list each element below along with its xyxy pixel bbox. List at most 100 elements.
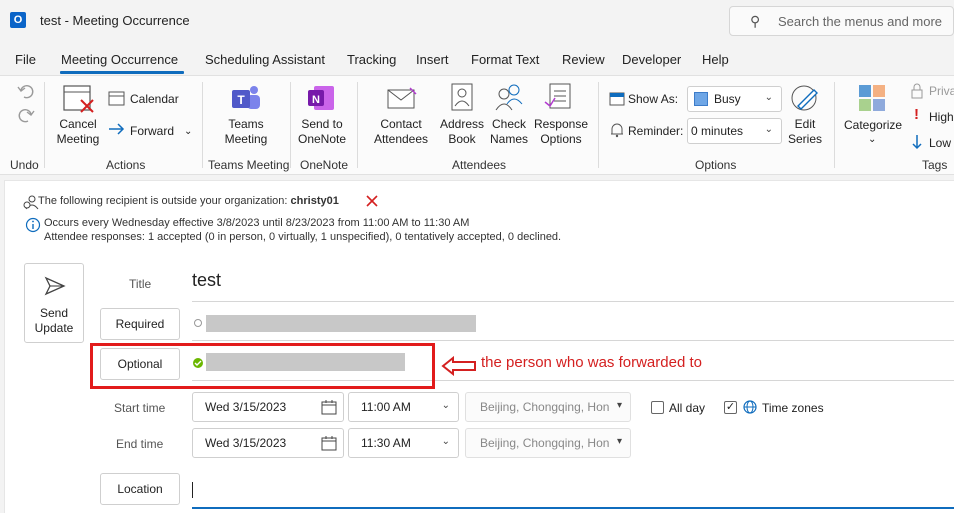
menu-file[interactable]: File bbox=[15, 52, 36, 67]
menu-format-text[interactable]: Format Text bbox=[471, 52, 539, 67]
start-time-select[interactable]: 11:00 AM ⌄ bbox=[348, 392, 459, 422]
high-importance-icon: ! bbox=[914, 106, 919, 123]
reminder-bell-icon bbox=[611, 123, 623, 138]
response-options-button[interactable]: Response Options bbox=[532, 117, 590, 147]
all-day-label: All day bbox=[669, 401, 706, 415]
menu-bar: File Meeting Occurrence Scheduling Assis… bbox=[0, 46, 954, 74]
chevron-down-icon: ▾ bbox=[616, 436, 622, 447]
low-importance-icon bbox=[912, 135, 922, 150]
reminder-select[interactable]: 0 minutes ⌄ bbox=[687, 118, 782, 144]
outside-org-message: The following recipient is outside your … bbox=[38, 195, 339, 207]
private-button[interactable]: Priva bbox=[929, 84, 954, 99]
title-label: Title bbox=[129, 277, 152, 291]
chevron-down-icon: ⌄ bbox=[764, 92, 773, 103]
group-undo-label: Undo bbox=[10, 158, 39, 172]
all-day-checkbox[interactable] bbox=[651, 401, 664, 414]
time-zones-checkbox[interactable]: ✓ bbox=[724, 401, 737, 414]
menu-developer[interactable]: Developer bbox=[622, 52, 681, 67]
send-update-button[interactable]: Send Update bbox=[24, 263, 84, 343]
edit-series-button[interactable]: Edit Series bbox=[784, 117, 826, 147]
title-underline bbox=[192, 301, 954, 302]
required-button[interactable]: Required bbox=[100, 308, 180, 340]
calendar-button[interactable]: Calendar bbox=[130, 92, 179, 107]
title-input[interactable]: test bbox=[192, 270, 221, 291]
menu-scheduling-assistant[interactable]: Scheduling Assistant bbox=[205, 52, 325, 67]
high-importance-button[interactable]: High bbox=[929, 110, 954, 125]
cancel-meeting-icon bbox=[63, 85, 94, 113]
chevron-down-icon: ⌄ bbox=[441, 400, 450, 411]
attendee-responses: Attendee responses: 1 accepted (0 in per… bbox=[44, 231, 562, 243]
required-attendees-redacted[interactable] bbox=[206, 315, 476, 332]
calendar-picker-icon[interactable] bbox=[321, 400, 337, 415]
categorize-button[interactable]: Categorize bbox=[844, 118, 902, 133]
end-date-value: Wed 3/15/2023 bbox=[205, 436, 287, 450]
address-book-button[interactable]: Address Book bbox=[438, 117, 486, 147]
location-input[interactable] bbox=[192, 507, 954, 509]
text-cursor bbox=[192, 482, 193, 498]
location-label: Location bbox=[117, 482, 163, 496]
outside-org-text: The following recipient is outside your … bbox=[38, 195, 288, 207]
forward-arrow-icon bbox=[109, 123, 125, 135]
chevron-down-icon: ▾ bbox=[616, 400, 622, 411]
remove-recipient-icon[interactable] bbox=[365, 194, 379, 208]
start-timezone-select[interactable]: Beijing, Chongqing, Hon ▾ bbox=[465, 392, 631, 422]
categorize-icon bbox=[859, 85, 885, 111]
forward-dropdown-icon[interactable]: ⌄ bbox=[184, 124, 192, 139]
start-date-picker[interactable]: Wed 3/15/2023 bbox=[192, 392, 344, 422]
ribbon: Undo Cancel Meeting Calendar Forward ⌄ A… bbox=[0, 75, 954, 175]
contact-attendees-icon bbox=[387, 87, 417, 109]
send-icon bbox=[44, 276, 66, 296]
svg-text:T: T bbox=[237, 93, 245, 107]
redo-icon[interactable] bbox=[16, 106, 36, 124]
separator bbox=[202, 82, 203, 168]
end-timezone-value: Beijing, Chongqing, Hon bbox=[480, 436, 610, 450]
group-onenote-label: OneNote bbox=[300, 158, 349, 172]
end-timezone-select[interactable]: Beijing, Chongqing, Hon ▾ bbox=[465, 428, 631, 458]
response-options-icon bbox=[544, 83, 571, 109]
cancel-meeting-button[interactable]: Cancel Meeting bbox=[56, 117, 100, 147]
menu-review[interactable]: Review bbox=[562, 52, 605, 67]
response-options-label: Response Options bbox=[533, 117, 589, 146]
contact-attendees-button[interactable]: Contact Attendees bbox=[370, 117, 432, 147]
start-time-value: 11:00 AM bbox=[361, 400, 411, 414]
end-time-select[interactable]: 11:30 AM ⌄ bbox=[348, 428, 459, 458]
check-names-button[interactable]: Check Names bbox=[486, 117, 532, 147]
teams-meeting-button[interactable]: Teams Meeting bbox=[220, 117, 272, 147]
group-actions-label: Actions bbox=[106, 158, 146, 172]
search-box[interactable]: ⚲ Search the menus and more bbox=[729, 6, 954, 36]
menu-help[interactable]: Help bbox=[702, 52, 729, 67]
separator bbox=[357, 82, 358, 168]
lock-icon bbox=[911, 83, 923, 99]
low-importance-button[interactable]: Low bbox=[929, 136, 951, 151]
forward-button[interactable]: Forward bbox=[130, 124, 174, 139]
calendar-picker-icon[interactable] bbox=[321, 436, 337, 451]
send-update-label: Send Update bbox=[34, 306, 74, 335]
menu-tracking[interactable]: Tracking bbox=[347, 52, 396, 67]
annotation-text: the person who was forwarded to bbox=[481, 354, 702, 371]
separator bbox=[290, 82, 291, 168]
calendar-icon bbox=[108, 91, 125, 106]
group-tags-label: Tags bbox=[922, 158, 948, 172]
chevron-down-icon: ⌄ bbox=[764, 124, 773, 135]
edit-series-label: Edit Series bbox=[787, 117, 822, 146]
menu-meeting-occurrence[interactable]: Meeting Occurrence bbox=[61, 52, 178, 67]
show-as-select[interactable]: Busy ⌄ bbox=[687, 86, 782, 112]
chevron-down-icon[interactable]: ⌄ bbox=[868, 132, 876, 147]
separator bbox=[834, 82, 835, 168]
show-as-label: Show As: bbox=[628, 92, 679, 106]
end-date-picker[interactable]: Wed 3/15/2023 bbox=[192, 428, 344, 458]
chevron-down-icon: ⌄ bbox=[441, 436, 450, 447]
menu-insert[interactable]: Insert bbox=[416, 52, 449, 67]
group-options-label: Options bbox=[695, 158, 737, 172]
undo-icon[interactable] bbox=[16, 82, 36, 100]
location-button[interactable]: Location bbox=[100, 473, 180, 505]
cancel-meeting-label: Cancel Meeting bbox=[56, 117, 100, 146]
show-as-icon bbox=[609, 92, 625, 106]
reminder-value: 0 minutes bbox=[691, 124, 744, 138]
check-names-icon bbox=[495, 84, 523, 111]
group-attendees-label: Attendees bbox=[452, 158, 507, 172]
end-time-value: 11:30 AM bbox=[361, 436, 411, 450]
active-tab-indicator bbox=[60, 71, 184, 74]
send-to-onenote-button[interactable]: Send to OneNote bbox=[296, 117, 348, 147]
title-bar: O test - Meeting Occurrence ⚲ Search the… bbox=[0, 0, 954, 44]
